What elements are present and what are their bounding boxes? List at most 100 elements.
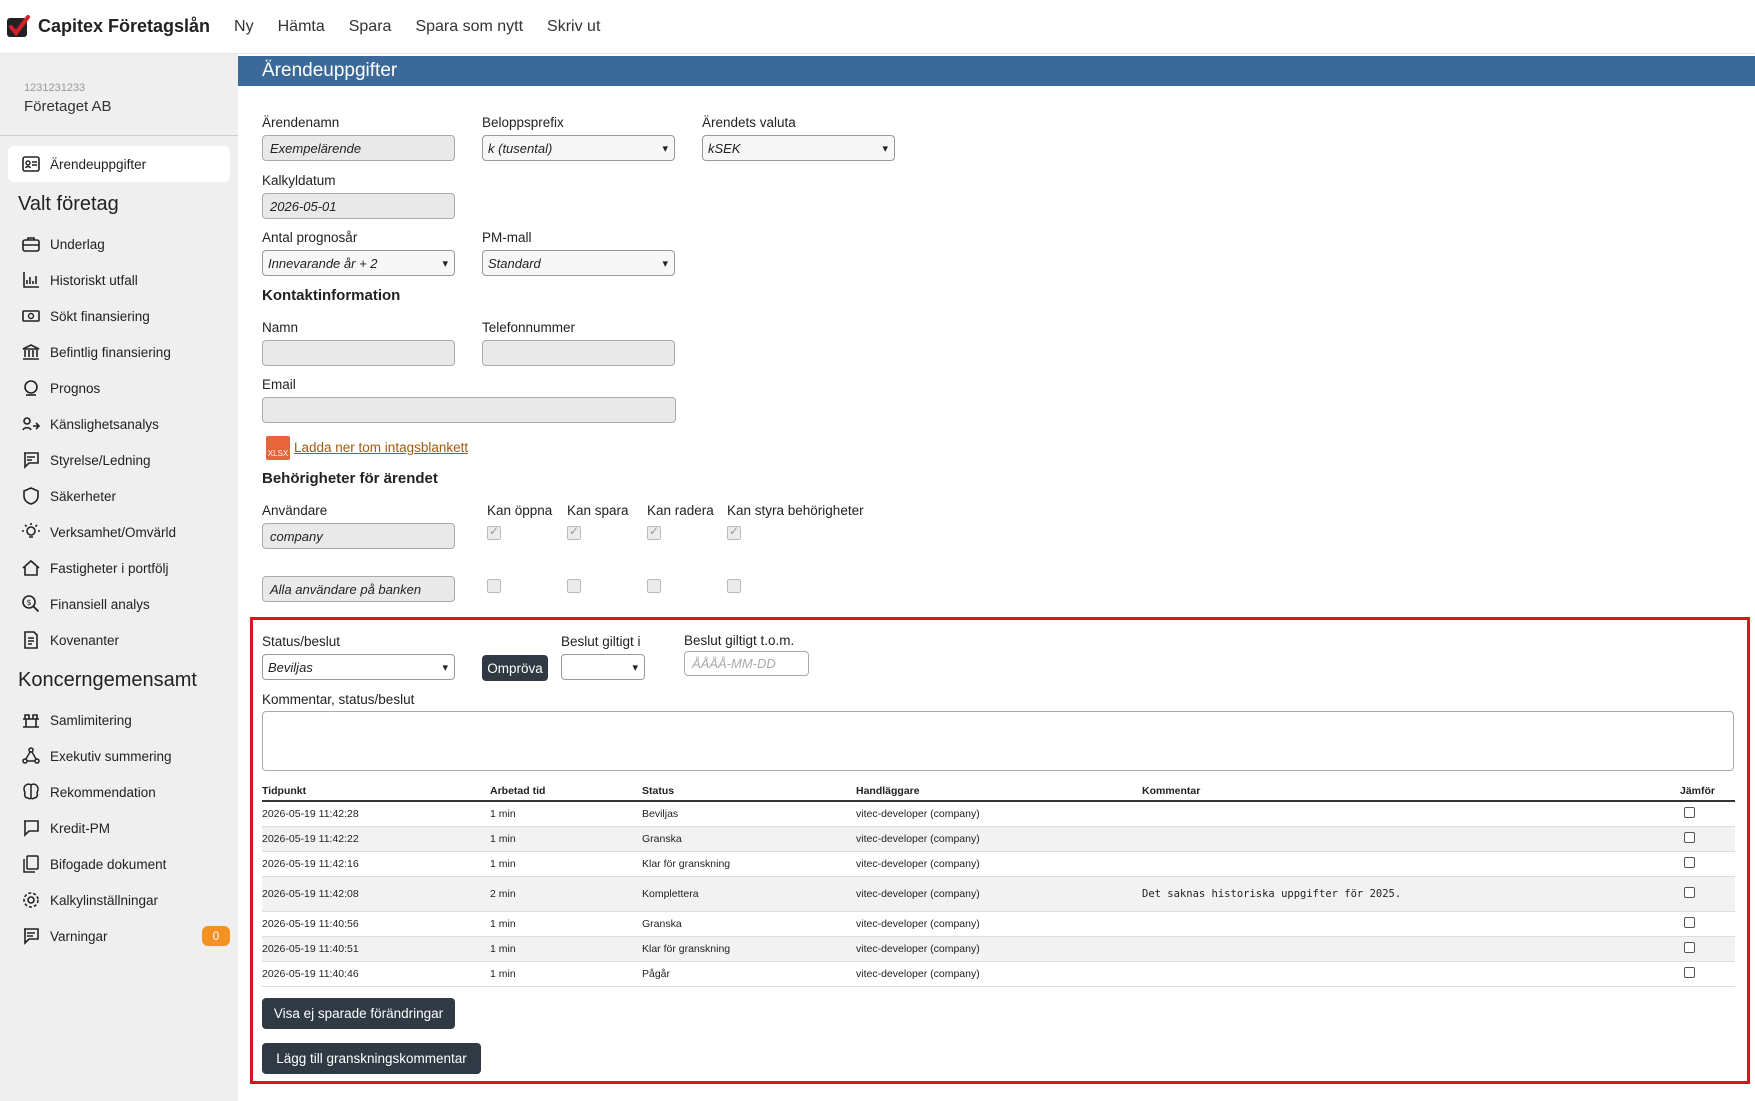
cell-time: 2026-05-19 11:42:22 bbox=[262, 826, 490, 852]
add-review-comment-button[interactable]: Lägg till granskningskommentar bbox=[262, 1043, 481, 1074]
cell-handler: vitec-developer (company) bbox=[856, 876, 1142, 912]
cell-comment bbox=[1142, 961, 1680, 987]
sidebar-item-exekutiv-summering[interactable]: Exekutiv summering bbox=[0, 738, 238, 774]
cell-time: 2026-05-19 11:42:08 bbox=[262, 876, 490, 912]
valid-until-input[interactable]: ÅÅÅÅ-MM-DD bbox=[684, 651, 809, 676]
sidebar-item-varningar[interactable]: Varningar 0 bbox=[0, 918, 238, 954]
attachment-icon bbox=[20, 853, 42, 875]
sidebar-item-label: Finansiell analys bbox=[50, 596, 150, 612]
contact-name-label: Namn bbox=[262, 320, 299, 335]
cell-status: Granska bbox=[642, 826, 856, 852]
compare-checkbox[interactable] bbox=[1684, 916, 1695, 928]
sidebar: 1231231233 Företaget AB Ärendeuppgifter … bbox=[0, 54, 238, 1101]
currency-value: kSEK bbox=[708, 140, 741, 156]
sidebar-item-verksamhet-omvarld[interactable]: Verksamhet/Omvärld bbox=[0, 514, 238, 550]
cell-status: Granska bbox=[642, 911, 856, 937]
perm-bank-open-checkbox[interactable] bbox=[487, 579, 501, 593]
phone-input[interactable] bbox=[482, 340, 675, 366]
perm-col-save: Kan spara bbox=[567, 503, 629, 518]
caret-down-icon: ▾ bbox=[632, 661, 638, 674]
col-header-comment: Kommentar bbox=[1142, 781, 1680, 802]
cell-compare bbox=[1680, 851, 1735, 877]
perm-company-manage-checkbox[interactable] bbox=[727, 524, 741, 540]
sidebar-item-kovenanter[interactable]: Kovenanter bbox=[0, 622, 238, 658]
sidebar-item-sokt-finansiering[interactable]: Sökt finansiering bbox=[0, 298, 238, 334]
calc-date-label: Kalkyldatum bbox=[262, 173, 336, 188]
sidebar-item-bifogade-dokument[interactable]: Bifogade dokument bbox=[0, 846, 238, 882]
menu-print[interactable]: Skriv ut bbox=[547, 18, 600, 36]
perm-company-open-checkbox[interactable] bbox=[487, 524, 501, 540]
cell-handler: vitec-developer (company) bbox=[856, 936, 1142, 962]
capitex-logo bbox=[6, 14, 30, 39]
show-unsaved-changes-button[interactable]: Visa ej sparade förändringar bbox=[262, 998, 455, 1029]
sidebar-item-arendeuppgifter[interactable]: Ärendeuppgifter bbox=[8, 146, 230, 182]
compare-checkbox[interactable] bbox=[1684, 856, 1695, 868]
compare-checkbox[interactable] bbox=[1684, 941, 1695, 953]
perm-bank-save-checkbox[interactable] bbox=[567, 579, 581, 593]
sidebar-item-finansiell-analys[interactable]: $ Finansiell analys bbox=[0, 586, 238, 622]
perm-bank-manage-checkbox[interactable] bbox=[727, 579, 741, 593]
sidebar-item-befintlig-finansiering[interactable]: Befintlig finansiering bbox=[0, 334, 238, 370]
sidebar-item-prognos[interactable]: Prognos bbox=[0, 370, 238, 406]
case-name-input[interactable]: Exempelärende bbox=[262, 135, 455, 161]
menu-new[interactable]: Ny bbox=[234, 18, 254, 36]
currency-select[interactable]: kSEK ▾ bbox=[702, 135, 895, 161]
perm-company-delete-checkbox[interactable] bbox=[647, 524, 661, 540]
menu-save-as-new[interactable]: Spara som nytt bbox=[415, 18, 523, 36]
sidebar-item-underlag[interactable]: Underlag bbox=[0, 226, 238, 262]
chevron-down-icon: ▾ bbox=[442, 661, 448, 674]
valid-in-select[interactable]: ▾ bbox=[561, 654, 645, 680]
sidebar-item-kalkylinstallningar[interactable]: Kalkylinställningar bbox=[0, 882, 238, 918]
xlsx-file-icon: XLSX bbox=[266, 436, 290, 460]
sidebar-item-sakerheter[interactable]: Säkerheter bbox=[0, 478, 238, 514]
compare-checkbox[interactable] bbox=[1684, 886, 1695, 898]
cell-time: 2026-05-19 11:40:51 bbox=[262, 936, 490, 962]
compare-checkbox[interactable] bbox=[1684, 806, 1695, 818]
cell-compare bbox=[1680, 961, 1735, 987]
limit-icon bbox=[20, 709, 42, 731]
compare-checkbox[interactable] bbox=[1684, 966, 1695, 978]
status-select[interactable]: Beviljas ▾ bbox=[262, 654, 455, 680]
id-card-icon bbox=[20, 153, 42, 175]
contact-name-input[interactable] bbox=[262, 340, 455, 366]
sidebar-item-styrelse-ledning[interactable]: Styrelse/Ledning bbox=[0, 442, 238, 478]
menu-fetch[interactable]: Hämta bbox=[278, 18, 325, 36]
amount-prefix-select[interactable]: k (tusental) ▾ bbox=[482, 135, 675, 161]
col-header-worked: Arbetad tid bbox=[490, 781, 642, 802]
chart-icon bbox=[20, 269, 42, 291]
sidebar-item-label: Fastigheter i portfölj bbox=[50, 560, 169, 576]
currency-label: Ärendets valuta bbox=[702, 115, 796, 130]
sidebar-item-samlimitering[interactable]: Samlimitering bbox=[0, 702, 238, 738]
sidebar-item-label: Varningar bbox=[50, 928, 108, 944]
forecast-years-select[interactable]: Innevarande år + 2 ▾ bbox=[262, 250, 455, 276]
menu-save[interactable]: Spara bbox=[349, 18, 392, 36]
cell-time: 2026-05-19 11:42:28 bbox=[262, 801, 490, 827]
sidebar-item-label: Kredit-PM bbox=[50, 820, 111, 836]
comment-label: Kommentar, status/beslut bbox=[262, 692, 415, 707]
sidebar-item-kanslighetsanalys[interactable]: Känslighetsanalys bbox=[0, 406, 238, 442]
house-icon bbox=[20, 557, 42, 579]
sidebar-item-label: Prognos bbox=[50, 380, 101, 396]
table-row: 2026-05-19 11:42:28 1 min Beviljas vitec… bbox=[262, 801, 1735, 827]
status-value: Beviljas bbox=[268, 659, 313, 675]
sidebar-item-label: Känslighetsanalys bbox=[50, 416, 159, 432]
email-input[interactable] bbox=[262, 397, 676, 423]
sidebar-item-fastigheter[interactable]: Fastigheter i portfölj bbox=[0, 550, 238, 586]
pm-template-select[interactable]: Standard ▾ bbox=[482, 250, 675, 276]
logo-icon bbox=[7, 14, 30, 37]
perm-company-save-checkbox[interactable] bbox=[567, 524, 581, 540]
reconsider-button[interactable]: Ompröva bbox=[482, 655, 548, 681]
top-navigation-bar: Capitex Företagslån Ny Hämta Spara Spara… bbox=[0, 0, 1755, 54]
sidebar-item-label: Rekommendation bbox=[50, 784, 156, 800]
money-icon bbox=[20, 305, 42, 327]
perm-bank-delete-checkbox[interactable] bbox=[647, 579, 661, 593]
sidebar-item-rekommendation[interactable]: Rekommendation bbox=[0, 774, 238, 810]
perm-col-open: Kan öppna bbox=[487, 503, 553, 518]
valid-in-label: Beslut giltigt i bbox=[561, 634, 641, 649]
download-intake-form-link[interactable]: Ladda ner tom intagsblankett bbox=[294, 440, 468, 455]
sidebar-item-historiskt-utfall[interactable]: Historiskt utfall bbox=[0, 262, 238, 298]
calc-date-input[interactable]: 2026-05-01 bbox=[262, 193, 455, 219]
status-comment-textarea[interactable] bbox=[262, 711, 1734, 771]
sidebar-item-kredit-pm[interactable]: Kredit-PM bbox=[0, 810, 238, 846]
compare-checkbox[interactable] bbox=[1684, 831, 1695, 843]
